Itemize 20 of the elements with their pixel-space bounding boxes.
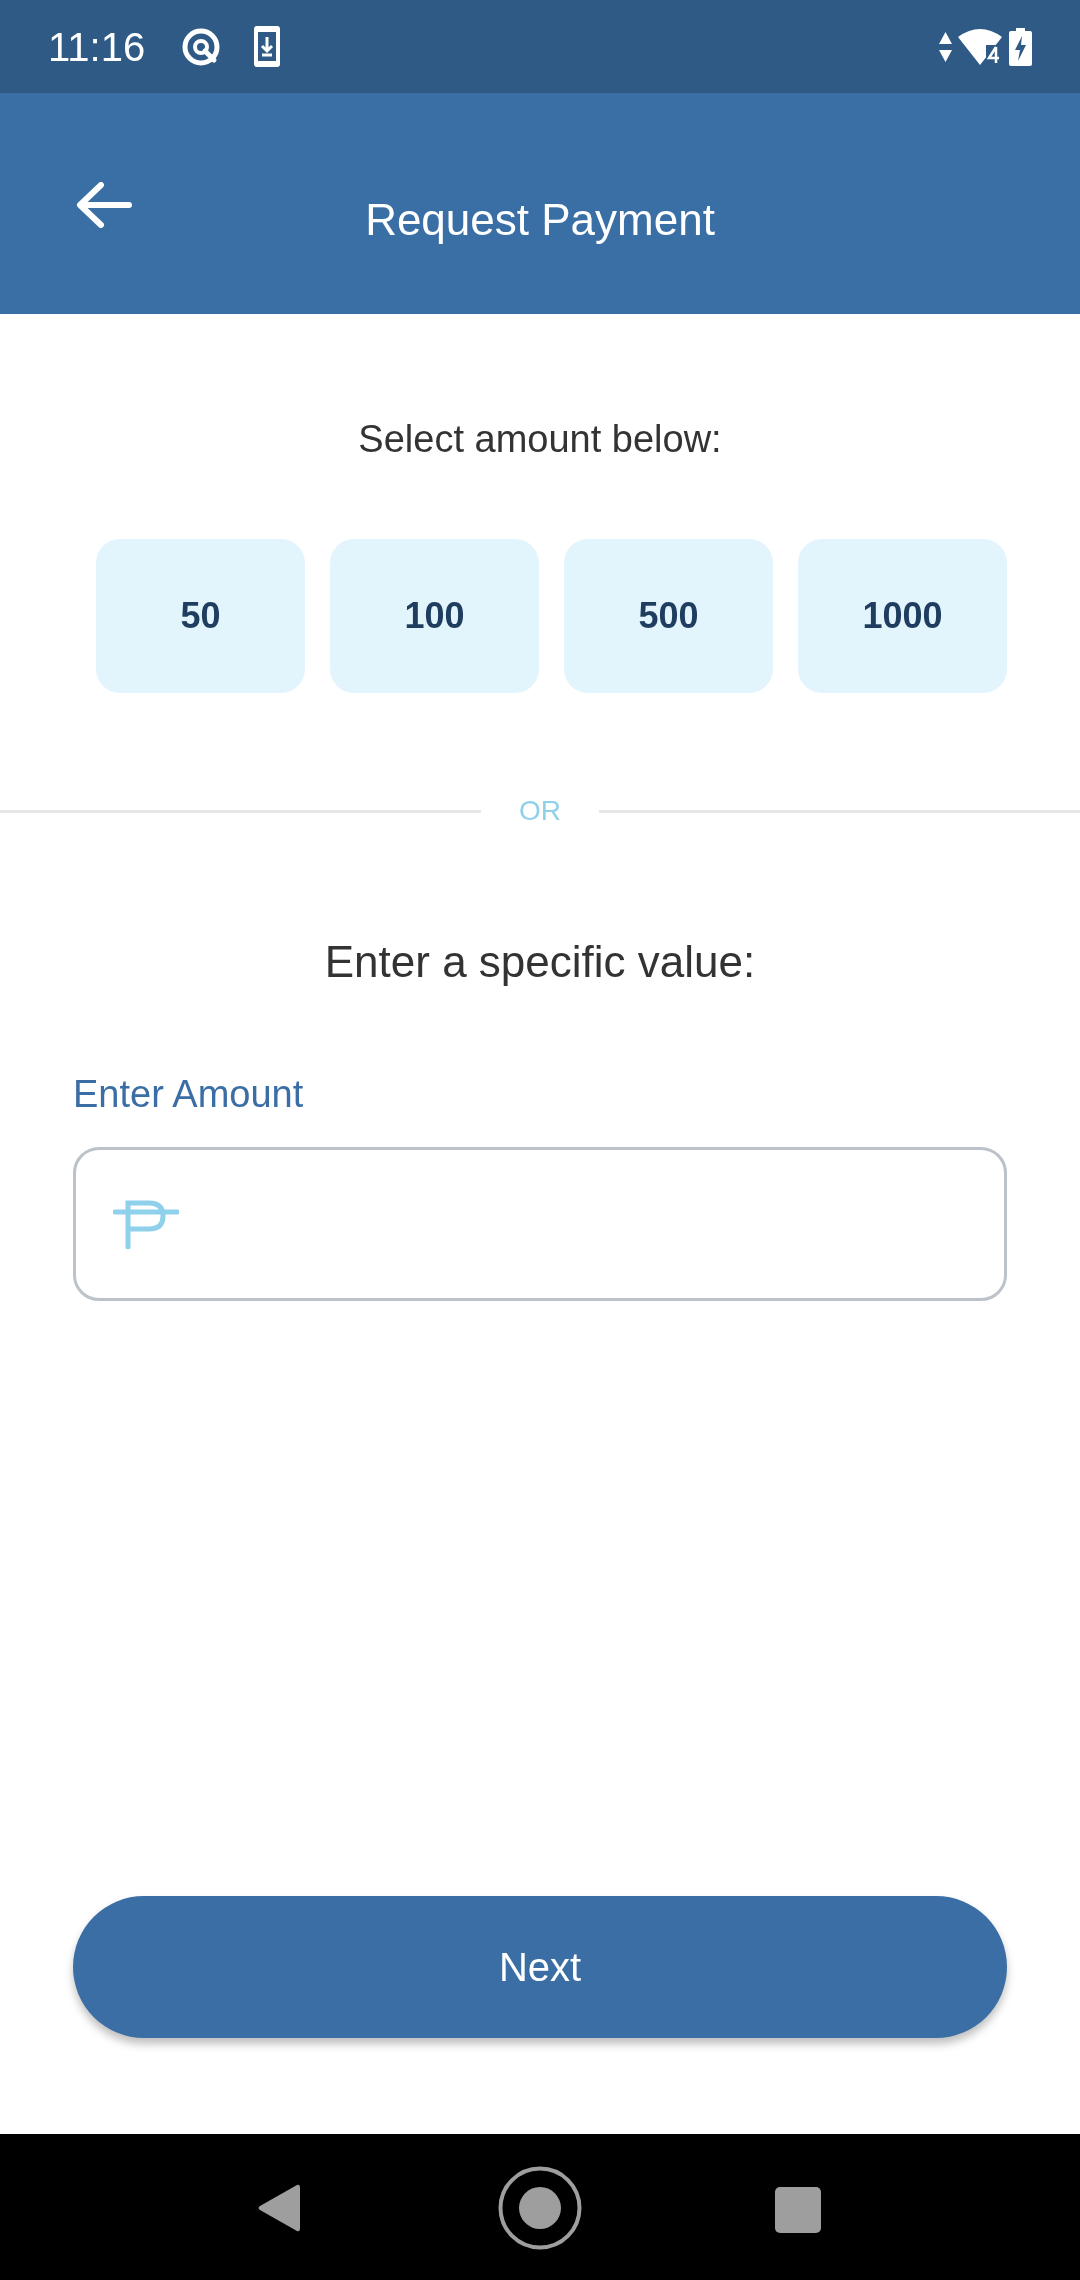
nav-home-icon[interactable] xyxy=(498,2166,582,2250)
divider-label: OR xyxy=(518,794,562,828)
amount-option[interactable]: 100 xyxy=(330,539,539,693)
peso-icon xyxy=(113,1199,179,1249)
amount-option[interactable]: 500 xyxy=(564,539,773,693)
amount-option[interactable]: 50 xyxy=(96,539,305,693)
nav-back-icon[interactable] xyxy=(257,2183,301,2233)
status-time: 11:16 xyxy=(48,23,146,71)
custom-value-prompt: Enter a specific value: xyxy=(324,936,756,988)
amount-option[interactable]: 1000 xyxy=(798,539,1007,693)
battery-charging-icon xyxy=(1009,27,1032,66)
next-button[interactable]: Next xyxy=(73,1896,1007,2038)
screen-title: Request Payment xyxy=(365,193,715,246)
wifi-icon xyxy=(958,28,1002,65)
back-arrow-icon xyxy=(76,182,132,228)
field-label: Enter Amount xyxy=(73,1073,304,1115)
download-icon xyxy=(254,26,281,67)
data-arrows-icon xyxy=(939,31,952,62)
amount-input[interactable] xyxy=(73,1147,1007,1301)
amount-prompt: Select amount below: xyxy=(358,417,722,462)
